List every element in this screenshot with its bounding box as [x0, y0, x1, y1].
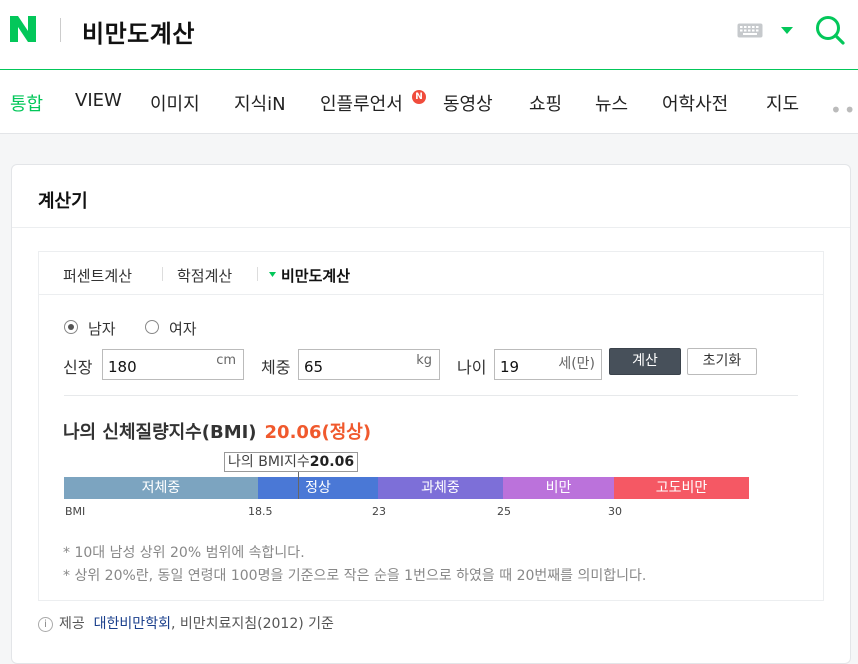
height-unit: cm [216, 353, 236, 368]
info-icon: i [38, 617, 53, 632]
source-prefix: 제공 [59, 616, 85, 632]
card-title: 계산기 [38, 191, 88, 212]
bmi-result-value: 20.06(정상) [264, 422, 372, 443]
weight-unit: kg [416, 353, 432, 368]
header-divider [60, 18, 61, 42]
source-org-link[interactable]: 대한비만학회 [94, 616, 171, 632]
bmi-segment-obese: 비만 [503, 477, 614, 499]
bmi-segment-overweight: 과체중 [378, 477, 503, 499]
bmi-result-label: 나의 신체질량지수(BMI) [63, 422, 257, 443]
bmi-pointer-label: 나의 BMI지수20.06 [224, 452, 359, 472]
caret-down-icon[interactable] [780, 26, 794, 35]
tab-dictionary[interactable]: 어학사전 [662, 90, 728, 116]
calc-tab-divider [257, 267, 258, 281]
gender-male-label[interactable]: 남자 [88, 318, 116, 339]
naver-logo[interactable] [8, 14, 38, 44]
tab-integrated[interactable]: 통합 [10, 90, 43, 116]
age-input[interactable]: 19 세(만) [494, 349, 602, 380]
bmi-segment-underweight: 저체중 [64, 477, 258, 499]
percentile-explanation: * 상위 20%란, 동일 연령대 100명을 기준으로 작은 순을 1번으로 … [63, 568, 647, 584]
tab-news[interactable]: 뉴스 [595, 90, 628, 116]
percentile-note: * 10대 남성 상위 20% 범위에 속합니다. [63, 545, 305, 561]
age-unit: 세(만) [558, 356, 595, 372]
keyboard-icon[interactable] [737, 23, 763, 38]
tab-map[interactable]: 지도 [766, 90, 799, 116]
calculator-card: 계산기 퍼센트계산 학점계산 비만도계산 남자 여자 신장 180 cm 체중 … [11, 164, 851, 664]
weight-label: 체중 [261, 358, 291, 377]
calc-tab-percent[interactable]: 퍼센트계산 [63, 265, 132, 286]
card-divider [12, 227, 850, 228]
source-info: i 제공 대한비만학회, 비만치료지침(2012) 기준 [38, 613, 334, 633]
result-divider [64, 395, 798, 396]
bmi-tick-25: 25 [497, 505, 511, 518]
source-suffix: , 비만치료지침(2012) 기준 [170, 616, 334, 632]
calculator-tabs: 퍼센트계산 학점계산 비만도계산 [39, 252, 823, 295]
gender-male-radio[interactable] [64, 320, 78, 334]
weight-value[interactable]: 65 [304, 358, 323, 376]
bmi-result-title: 나의 신체질량지수(BMI) 20.06(정상) [63, 418, 371, 444]
bmi-tick-23: 23 [372, 505, 386, 518]
new-badge: N [412, 90, 426, 104]
calc-tab-bmi[interactable]: 비만도계산 [281, 265, 350, 286]
search-icon[interactable] [814, 14, 846, 46]
gender-female-label[interactable]: 여자 [169, 318, 197, 339]
gender-female-radio[interactable] [145, 320, 159, 334]
bmi-calculator: 퍼센트계산 학점계산 비만도계산 남자 여자 신장 180 cm 체중 65 k… [38, 251, 824, 601]
search-tab-bar: 통합 VIEW 이미지 지식iN 인플루언서 N 동영상 쇼핑 뉴스 어학사전 … [0, 70, 858, 134]
bmi-pointer-text: 나의 BMI지수 [228, 454, 310, 470]
more-tabs-button[interactable]: ••• [830, 98, 858, 122]
search-query[interactable]: 비만도계산 [82, 14, 195, 49]
bmi-tick-18-5: 18.5 [248, 505, 273, 518]
height-value[interactable]: 180 [108, 358, 137, 376]
reset-button[interactable]: 초기화 [687, 348, 757, 375]
age-value[interactable]: 19 [500, 358, 519, 376]
bmi-axis-label: BMI [65, 505, 86, 518]
tab-knowledge-in[interactable]: 지식iN [234, 90, 286, 116]
weight-input[interactable]: 65 kg [298, 349, 440, 380]
header-bar: 비만도계산 [0, 0, 858, 70]
tab-influencer[interactable]: 인플루언서 [320, 90, 403, 116]
tab-images[interactable]: 이미지 [150, 90, 200, 116]
height-label: 신장 [63, 358, 93, 377]
bmi-tick-30: 30 [608, 505, 622, 518]
height-input[interactable]: 180 cm [102, 349, 244, 380]
active-tab-marker-icon [269, 272, 276, 277]
calculate-button[interactable]: 계산 [609, 348, 681, 375]
bmi-pointer-value: 20.06 [309, 454, 355, 470]
calc-tab-grade[interactable]: 학점계산 [177, 265, 232, 286]
age-label: 나이 [457, 358, 487, 377]
tab-shopping[interactable]: 쇼핑 [529, 90, 562, 116]
bmi-segment-normal: 정상 [258, 477, 378, 499]
bmi-pointer-line [298, 472, 299, 499]
tab-view[interactable]: VIEW [75, 90, 122, 111]
tab-video[interactable]: 동영상 [443, 90, 493, 116]
calc-tab-divider [162, 267, 163, 281]
bmi-segment-severely-obese: 고도비만 [614, 477, 749, 499]
